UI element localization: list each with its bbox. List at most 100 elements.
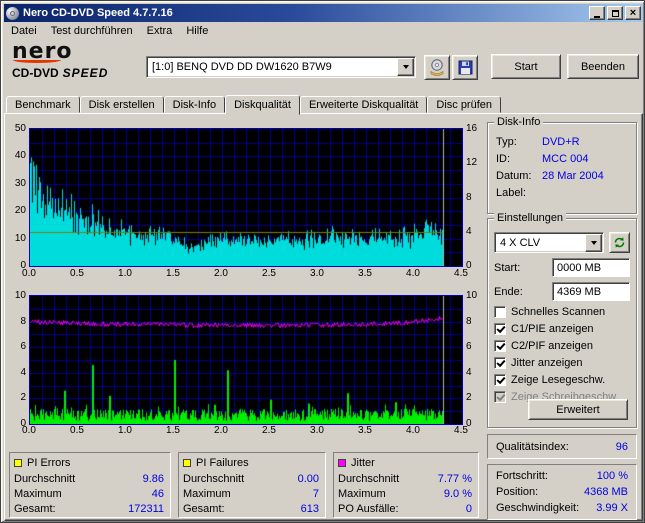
- tick-label: 0.0: [22, 425, 36, 436]
- tick-label: 0.0: [22, 268, 36, 279]
- disk-info-group: Disk-Info Typ: DVD+R ID: MCC 004 Datum: 28 …: [487, 116, 637, 214]
- settings-group: Einstellungen 4 X CLV Start: 0000 MB End…: [487, 212, 637, 428]
- checkbox-label: C1/PIE anzeigen: [511, 323, 594, 335]
- pi-errors-color-swatch: [14, 459, 22, 467]
- tab-disk-info[interactable]: Disk-Info: [163, 96, 226, 113]
- titlebar: Nero CD-DVD Speed 4.7.7.16 ×: [4, 4, 643, 22]
- checkbox-jitter-anzeigen[interactable]: [494, 357, 506, 369]
- jitter-pif-chart: [29, 295, 463, 425]
- tab-strip: Benchmark Disk erstellen Disk-Info Diskq…: [4, 94, 502, 115]
- checkbox-c1-pie-anzeigen[interactable]: [494, 323, 506, 335]
- menu-test-durchfuehren[interactable]: Test durchführen: [44, 23, 140, 39]
- settings-group-title: Einstellungen: [494, 212, 567, 225]
- chart2-right-axis: 10 8 6 4 2 0: [464, 291, 484, 429]
- speed-selector[interactable]: 4 X CLV: [494, 232, 605, 253]
- tab-benchmark[interactable]: Benchmark: [6, 96, 80, 113]
- menu-datei[interactable]: Datei: [4, 23, 44, 39]
- disk-label-label: Label:: [496, 186, 526, 199]
- tick-label: 1.0: [118, 425, 132, 436]
- stat-panel-title: PI Failures: [196, 457, 249, 469]
- chart2-left-axis: 10 8 6 4 2 0: [5, 291, 27, 429]
- tick-label: 2: [466, 392, 472, 404]
- tick-label: 4: [466, 225, 472, 237]
- tick-label: 4.5: [454, 268, 468, 279]
- start-field[interactable]: 0000 MB: [552, 258, 630, 277]
- stat-value: 172311: [128, 502, 164, 515]
- stat-label: PO Ausfälle:: [338, 502, 399, 515]
- tick-label: 2: [20, 392, 26, 404]
- tick-label: 3.5: [358, 425, 372, 436]
- checkbox-label: C2/PIF anzeigen: [511, 340, 593, 352]
- chevron-down-icon: [402, 65, 409, 69]
- quit-button[interactable]: Beenden: [567, 54, 639, 79]
- tick-label: 2.0: [214, 268, 228, 279]
- checkbox-c2-pif-anzeigen[interactable]: [494, 340, 506, 352]
- window-title: Nero CD-DVD Speed 4.7.7.16: [23, 7, 173, 19]
- app-icon: [6, 6, 19, 20]
- tick-label: 1.5: [166, 268, 180, 279]
- stats-row: PI Errors Durchschnitt 9.86 Maximum 46 Ges…: [9, 452, 479, 518]
- speed-selector-value: 4 X CLV: [500, 236, 541, 249]
- minimize-icon: [594, 15, 600, 18]
- jitter-panel: Jitter Durchschnitt 7.77 % Maximum 9.0 % P…: [333, 452, 479, 518]
- stat-value: 0: [465, 502, 472, 515]
- checkbox-zeige-schreibgeschw[interactable]: [494, 391, 506, 403]
- quality-index-label: Qualitätsindex:: [496, 440, 569, 453]
- menu-extra[interactable]: Extra: [140, 23, 180, 39]
- start-button[interactable]: Start: [491, 54, 561, 79]
- tick-label: 8: [20, 315, 26, 327]
- disc-hand-icon: [430, 59, 444, 76]
- tab-page-diskqualitaet: 50 40 30 20 10 0 16 12 8 4 0 0.0 0.5 1.0 1.5 2.0 2.5 3.…: [4, 113, 643, 521]
- quality-index-value: 96: [615, 440, 628, 453]
- progress-value: 100 %: [596, 470, 628, 482]
- tab-erweiterte-diskqualitaet[interactable]: Erweiterte Diskqualität: [299, 96, 428, 113]
- tick-label: 0.5: [70, 425, 84, 436]
- checkbox-label: Jitter anzeigen: [511, 357, 583, 369]
- tick-label: 8: [466, 315, 472, 327]
- app-window: Nero CD-DVD Speed 4.7.7.16 × Datei Test …: [0, 0, 645, 523]
- disk-type-label: Typ:: [496, 135, 517, 148]
- quality-index-panel: Qualitätsindex: 96: [487, 434, 637, 459]
- logo-product-line: CD-DVD SPEED: [12, 66, 142, 80]
- tick-label: 0.5: [70, 268, 84, 279]
- drive-selector[interactable]: [1:0] BENQ DVD DD DW1620 B7W9: [146, 56, 416, 78]
- refresh-button[interactable]: [609, 232, 630, 253]
- checkbox-label: Zeige Lesegeschw.: [511, 374, 606, 386]
- save-button[interactable]: [452, 55, 478, 80]
- menu-hilfe[interactable]: Hilfe: [179, 23, 215, 39]
- logo-product-text: CD-DVD: [12, 66, 59, 80]
- disc-info-button[interactable]: [424, 55, 450, 80]
- pi-failures-panel: PI Failures Durchschnitt 0.00 Maximum 7 Ge…: [178, 452, 326, 518]
- nero-logo: nero CD-DVD SPEED: [12, 41, 142, 81]
- tick-label: 2.0: [214, 425, 228, 436]
- position-label: Position:: [496, 486, 539, 498]
- end-field-label: Ende:: [494, 285, 523, 298]
- menubar: Datei Test durchführen Extra Hilfe: [4, 22, 643, 40]
- start-field-value: 0000 MB: [557, 261, 602, 274]
- logo-speed-text: SPEED: [62, 66, 109, 80]
- tab-disc-pruefen[interactable]: Disc prüfen: [427, 96, 502, 113]
- position-value: 4368 MB: [583, 486, 628, 498]
- tick-label: 6: [466, 341, 472, 353]
- refresh-icon: [614, 237, 625, 248]
- minimize-button[interactable]: [589, 6, 605, 20]
- speed-value: 3.99 X: [596, 502, 628, 514]
- speed-dropdown-button[interactable]: [585, 233, 603, 252]
- tick-label: 3.0: [310, 268, 324, 279]
- tick-label: 12: [466, 157, 478, 169]
- erweitert-button[interactable]: Erweitert: [528, 399, 628, 420]
- tick-label: 30: [14, 177, 26, 189]
- tab-diskqualitaet[interactable]: Diskqualität: [225, 95, 300, 115]
- checkbox-zeige-lesegeschw[interactable]: [494, 374, 506, 386]
- drive-dropdown-button[interactable]: [397, 58, 414, 76]
- toolbar: nero CD-DVD SPEED [1:0] BENQ DVD DD DW162…: [4, 40, 643, 92]
- stat-label: Maximum: [338, 487, 386, 500]
- jitter-color-swatch: [338, 459, 346, 467]
- checkbox-schnelles-scannen[interactable]: [494, 306, 506, 318]
- close-button[interactable]: ×: [625, 6, 641, 20]
- maximize-button[interactable]: [607, 6, 623, 20]
- floppy-icon: [458, 60, 472, 75]
- tab-disk-erstellen[interactable]: Disk erstellen: [79, 96, 164, 113]
- end-field[interactable]: 4369 MB: [552, 282, 630, 301]
- speed-label: Geschwindigkeit:: [496, 502, 580, 514]
